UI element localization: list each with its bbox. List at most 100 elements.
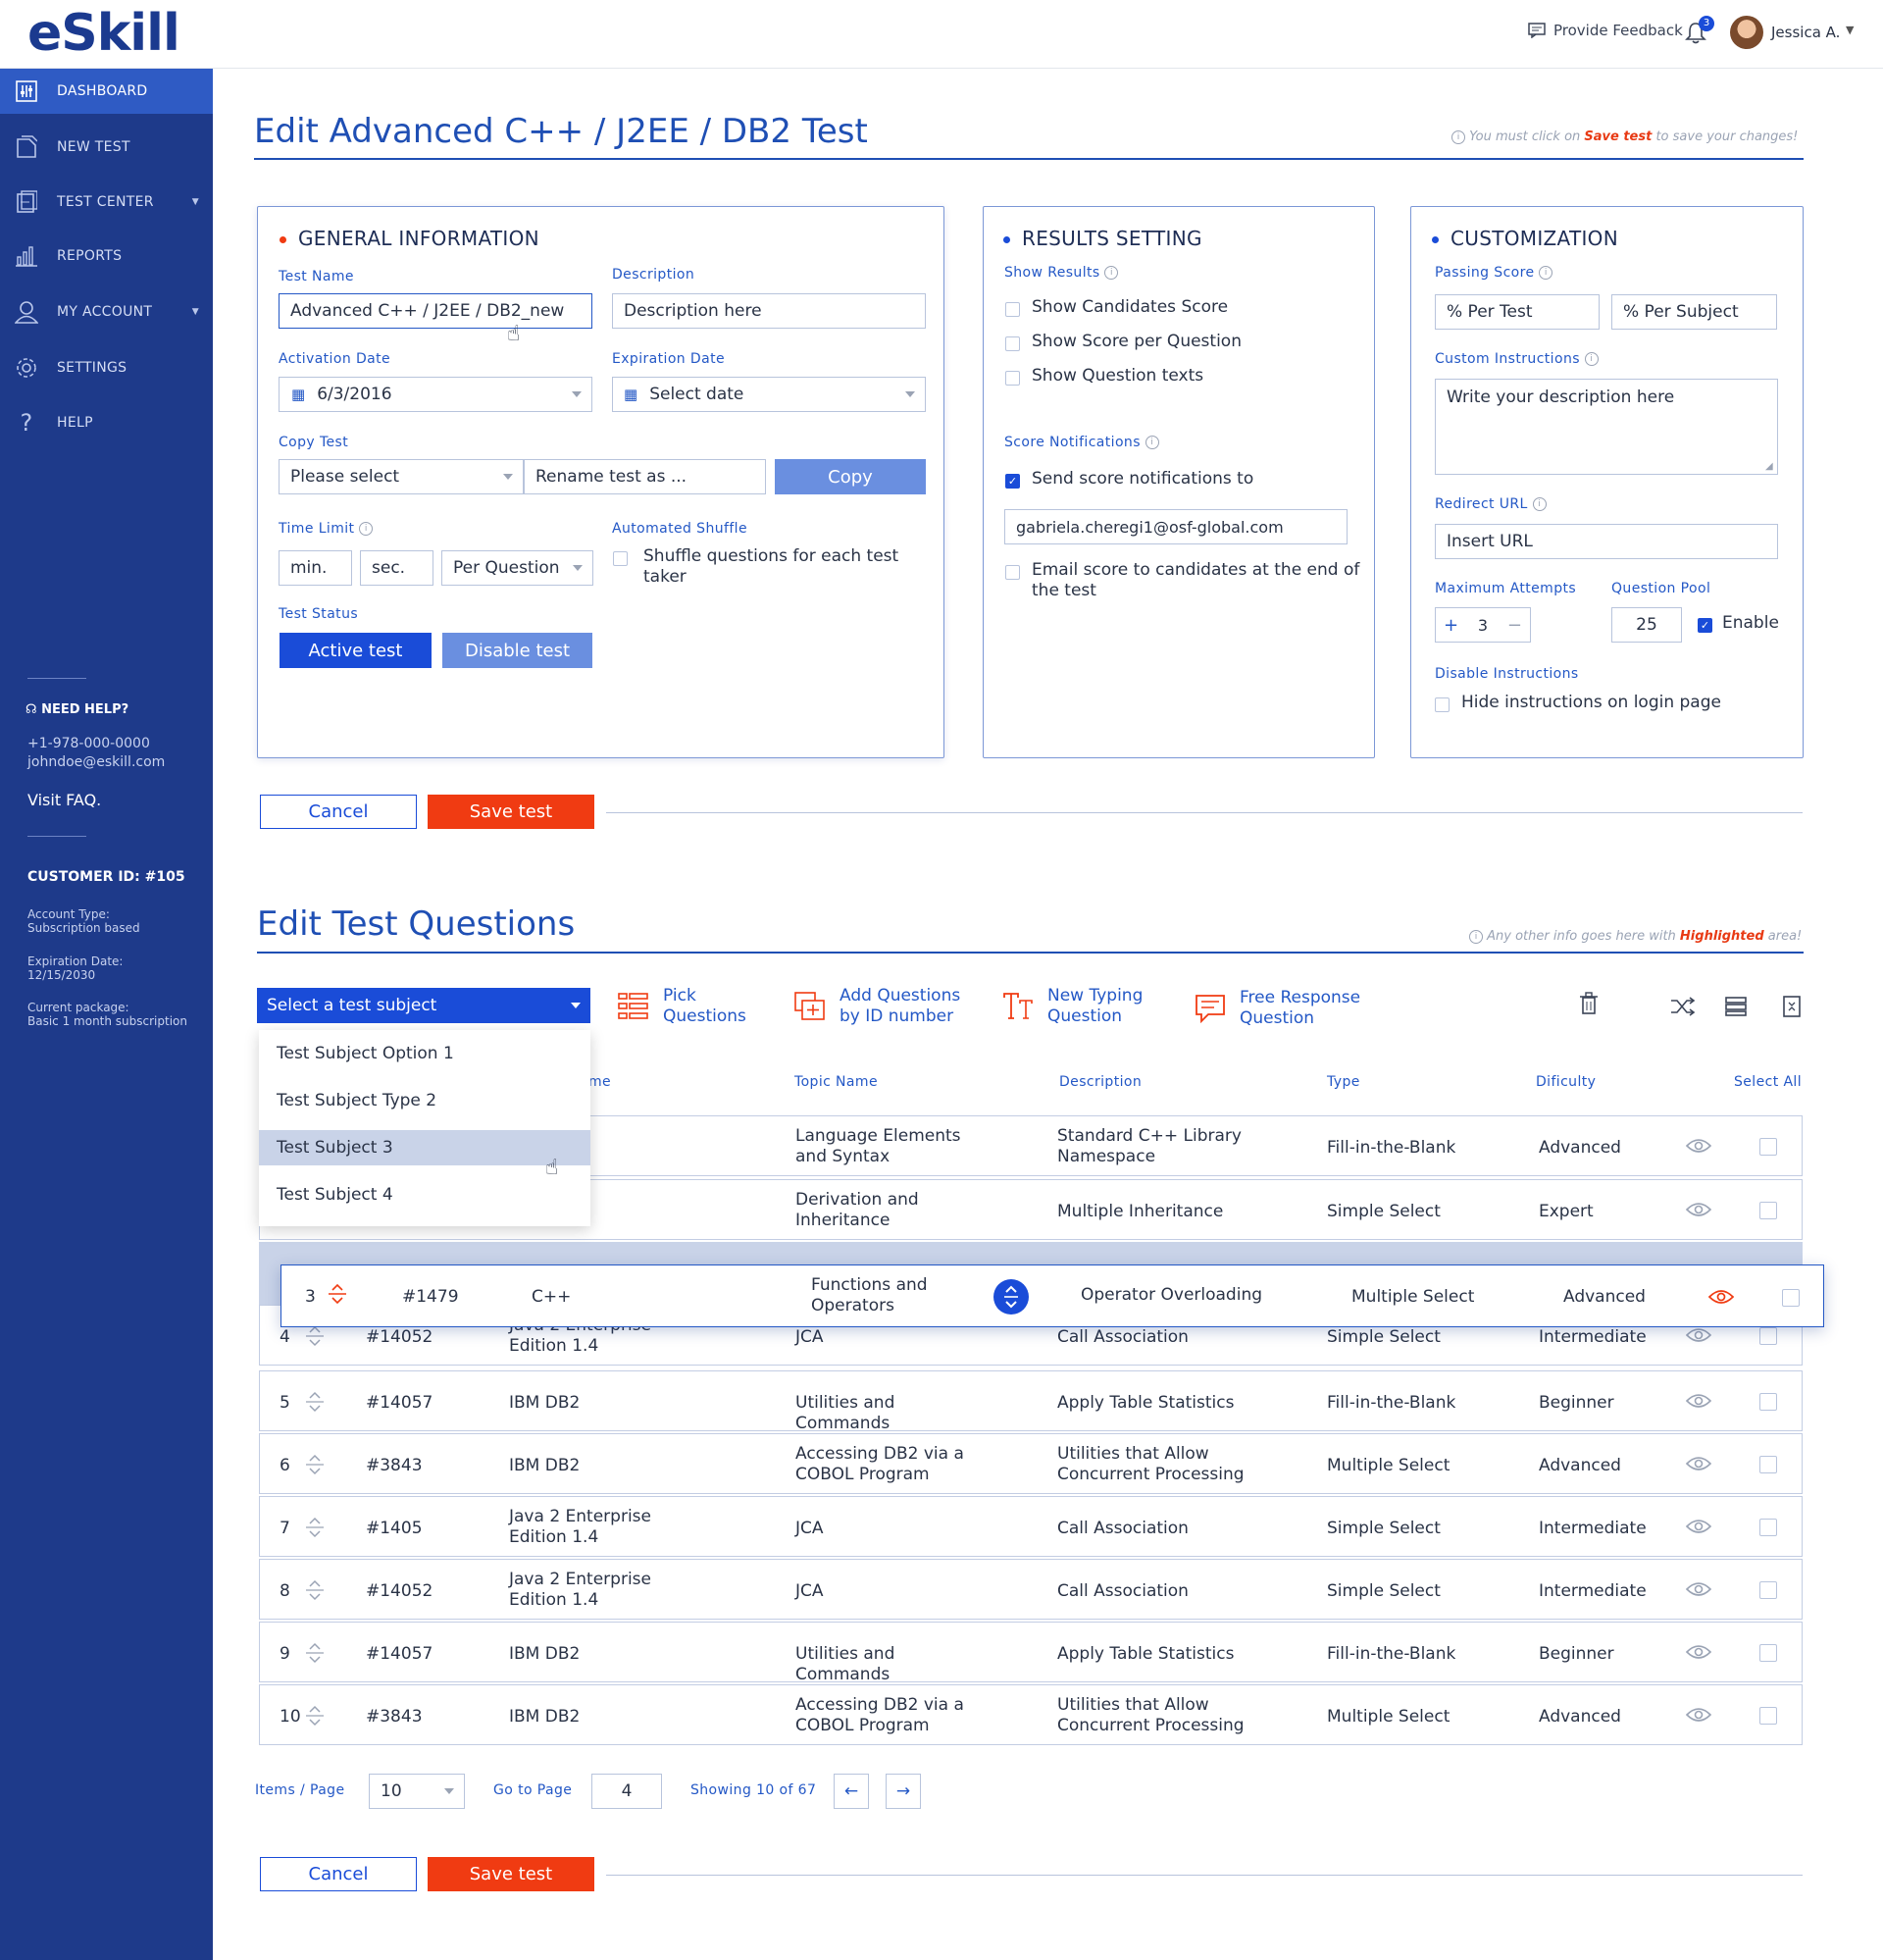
shuffle-checkbox[interactable] xyxy=(613,551,628,566)
notification-email-input[interactable]: gabriela.cheregi1@osf-global.com xyxy=(1004,509,1348,544)
user-name[interactable]: Jessica A. xyxy=(1771,24,1840,41)
sidebar-item-new-test[interactable]: NEW TEST xyxy=(0,125,213,170)
column-header-topic[interactable]: Topic Name xyxy=(794,1074,878,1090)
shuffle-icon[interactable] xyxy=(1670,997,1696,1021)
drag-handle-icon[interactable] xyxy=(327,1283,348,1310)
pick-questions-button[interactable]: Pick Questions xyxy=(618,986,751,1027)
hide-instructions-checkbox[interactable] xyxy=(1435,697,1450,712)
add-questions-by-id-button[interactable]: Add Questions by ID number xyxy=(794,986,972,1027)
show-candidates-score-checkbox[interactable] xyxy=(1005,302,1020,317)
drag-handle-icon[interactable] xyxy=(304,1642,326,1664)
sidebar-item-dashboard[interactable]: DASHBOARD xyxy=(0,69,213,114)
send-notifications-checkbox[interactable]: ✓ xyxy=(1005,474,1020,489)
provide-feedback-link[interactable]: Provide Feedback xyxy=(1528,22,1683,39)
go-to-page-input[interactable]: 4 xyxy=(591,1774,662,1809)
drag-handle-icon[interactable] xyxy=(304,1517,326,1538)
column-header-type[interactable]: Type xyxy=(1327,1074,1360,1090)
table-row[interactable]: 9 #14057 IBM DB2 Utilities and Commands Appl… xyxy=(259,1622,1803,1684)
sidebar-item-help[interactable]: ? HELP xyxy=(0,400,213,445)
eye-icon[interactable] xyxy=(1686,1581,1711,1597)
items-per-page-select[interactable]: 10 xyxy=(369,1774,465,1809)
eye-icon[interactable] xyxy=(1686,1519,1711,1534)
table-row[interactable]: 10 #3843 IBM DB2 Accessing DB2 via a COBOL … xyxy=(259,1684,1803,1745)
row-checkbox[interactable] xyxy=(1759,1644,1777,1662)
max-attempts-stepper[interactable]: + 3 − xyxy=(1435,607,1531,643)
drag-handle-icon[interactable] xyxy=(304,1325,326,1347)
show-score-per-question-checkbox[interactable] xyxy=(1005,336,1020,351)
resize-handle-icon[interactable]: ◢ xyxy=(1765,461,1773,472)
eye-icon[interactable] xyxy=(1686,1456,1711,1471)
eye-icon[interactable] xyxy=(1707,1289,1735,1310)
dropdown-option[interactable]: Test Subject 4 xyxy=(259,1171,590,1218)
free-response-question-button[interactable]: Free Response Question xyxy=(1195,988,1367,1029)
minutes-input[interactable]: min. xyxy=(279,550,352,586)
row-checkbox[interactable] xyxy=(1759,1456,1777,1473)
trash-icon[interactable] xyxy=(1579,992,1599,1020)
minus-icon[interactable]: − xyxy=(1507,615,1522,636)
seconds-input[interactable]: sec. xyxy=(360,550,433,586)
dropdown-option[interactable]: Test Subject Type 2 xyxy=(259,1077,590,1124)
test-name-input[interactable]: Advanced C++ / J2EE / DB2_new xyxy=(279,293,592,329)
eye-icon[interactable] xyxy=(1686,1644,1711,1660)
row-checkbox[interactable] xyxy=(1782,1289,1800,1307)
cancel-button[interactable]: Cancel xyxy=(260,795,417,829)
copy-button[interactable]: Copy xyxy=(775,459,926,494)
avatar[interactable] xyxy=(1730,16,1763,49)
subject-select[interactable]: Select a test subject xyxy=(257,988,590,1023)
active-test-button[interactable]: Active test xyxy=(280,633,432,668)
drag-handle-icon[interactable] xyxy=(304,1391,326,1413)
eye-icon[interactable] xyxy=(1686,1327,1711,1343)
new-typing-question-button[interactable]: New Typing Question xyxy=(1002,986,1155,1027)
next-page-button[interactable]: → xyxy=(886,1774,921,1809)
dropdown-option[interactable]: Test Subject Option 1 xyxy=(259,1030,590,1077)
row-checkbox[interactable] xyxy=(1759,1581,1777,1599)
column-header-description[interactable]: Description xyxy=(1059,1074,1142,1090)
table-row[interactable]: 5 #14057 IBM DB2 Utilities and Commands Appl… xyxy=(259,1370,1803,1433)
save-test-button[interactable]: Save test xyxy=(428,1857,594,1891)
prev-page-button[interactable]: ← xyxy=(834,1774,869,1809)
table-row[interactable]: 8 #14052 Java 2 Enterprise Edition 1.4 JCA C… xyxy=(259,1559,1803,1620)
row-checkbox[interactable] xyxy=(1759,1202,1777,1219)
cancel-button[interactable]: Cancel xyxy=(260,1857,417,1891)
rename-test-input[interactable]: Rename test as ... xyxy=(524,459,766,494)
percent-per-test-input[interactable]: % Per Test xyxy=(1435,294,1600,330)
list-view-icon[interactable] xyxy=(1725,997,1747,1021)
sidebar-item-my-account[interactable]: MY ACCOUNT ▼ xyxy=(0,289,213,335)
support-phone[interactable]: +1-978-000-0000 xyxy=(27,737,150,751)
row-checkbox[interactable] xyxy=(1759,1519,1777,1536)
dragged-table-row[interactable]: 3 #1479 C++ Functions and Operators Oper… xyxy=(280,1264,1824,1327)
table-row[interactable]: 6 #3843 IBM DB2 Accessing DB2 via a COBOL P… xyxy=(259,1433,1803,1494)
percent-per-subject-input[interactable]: % Per Subject xyxy=(1611,294,1777,330)
row-checkbox[interactable] xyxy=(1759,1393,1777,1411)
notifications-button[interactable]: 3 xyxy=(1685,16,1714,45)
show-question-texts-checkbox[interactable] xyxy=(1005,371,1020,386)
custom-instructions-textarea[interactable]: Write your description here xyxy=(1435,379,1778,475)
eye-icon[interactable] xyxy=(1686,1393,1711,1409)
save-test-button[interactable]: Save test xyxy=(428,795,594,829)
chevron-down-icon[interactable]: ▼ xyxy=(1846,24,1854,36)
move-icon[interactable] xyxy=(993,1279,1029,1315)
time-limit-mode-select[interactable]: Per Question xyxy=(441,550,593,586)
faq-link[interactable]: Visit FAQ. xyxy=(27,793,101,808)
email-candidates-checkbox[interactable] xyxy=(1005,565,1020,580)
drag-handle-icon[interactable] xyxy=(304,1579,326,1601)
expiration-date-picker[interactable]: ▦ Select date xyxy=(612,377,926,412)
disable-test-button[interactable]: Disable test xyxy=(442,633,592,668)
activation-date-picker[interactable]: ▦ 6/3/2016 xyxy=(279,377,592,412)
logo[interactable]: eSkill xyxy=(27,4,180,63)
sidebar-item-test-center[interactable]: TEST CENTER ▼ xyxy=(0,180,213,225)
description-input[interactable]: Description here xyxy=(612,293,926,329)
dropdown-option-hovered[interactable]: Test Subject 3 xyxy=(259,1130,590,1165)
eye-icon[interactable] xyxy=(1686,1202,1711,1217)
drag-handle-icon[interactable] xyxy=(304,1705,326,1727)
drag-handle-icon[interactable] xyxy=(304,1454,326,1475)
collapse-icon[interactable] xyxy=(1783,996,1801,1022)
plus-icon[interactable]: + xyxy=(1444,615,1458,636)
row-checkbox[interactable] xyxy=(1759,1138,1777,1156)
question-pool-input[interactable]: 25 xyxy=(1611,607,1682,643)
row-checkbox[interactable] xyxy=(1759,1707,1777,1725)
support-email[interactable]: johndoe@eskill.com xyxy=(27,755,165,770)
sidebar-item-reports[interactable]: REPORTS xyxy=(0,233,213,279)
table-row[interactable]: 7 #1405 Java 2 Enterprise Edition 1.4 JCA Ca… xyxy=(259,1496,1803,1557)
column-header-difficulty[interactable]: Dificulty xyxy=(1536,1074,1596,1090)
